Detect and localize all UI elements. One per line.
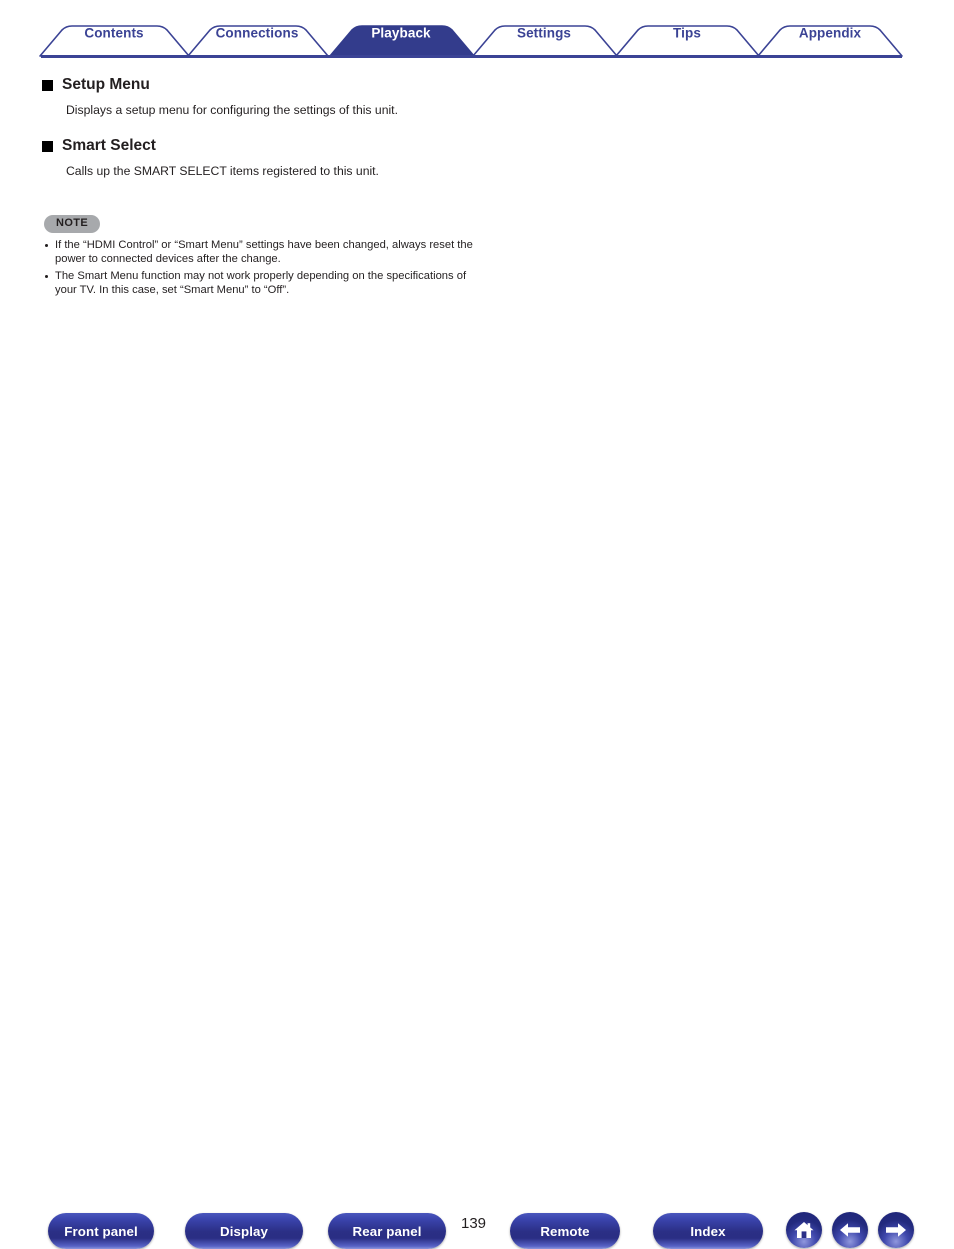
forward-button[interactable] — [878, 1212, 914, 1248]
description-setup-menu: Displays a setup menu for configuring th… — [66, 103, 398, 117]
footer-button-front-panel[interactable]: Front panel — [48, 1213, 154, 1249]
section-setup-menu: Setup Menu Displays a setup menu for con… — [0, 62, 954, 118]
note-list: If the “HDMI Control” or “Smart Menu” se… — [44, 239, 954, 297]
note-badge: NOTE — [44, 215, 101, 233]
home-button[interactable] — [786, 1212, 822, 1248]
note-item: The Smart Menu function may not work pro… — [44, 270, 475, 297]
note-item: If the “HDMI Control” or “Smart Menu” se… — [44, 239, 475, 266]
heading-smart-select: Smart Select — [0, 136, 954, 156]
heading-smart-select-label: Smart Select — [62, 137, 156, 154]
footer-button-display[interactable]: Display — [185, 1213, 303, 1249]
footer-button-rear-panel[interactable]: Rear panel — [328, 1213, 446, 1249]
footer-button-remote[interactable]: Remote — [510, 1213, 620, 1249]
footer-button-remote-label: Remote — [540, 1223, 590, 1239]
footer-nav: Front panel Display Rear panel 139 Remot… — [0, 595, 954, 1249]
square-bullet-icon — [42, 140, 53, 152]
home-icon — [793, 1220, 815, 1240]
footer-button-index[interactable]: Index — [653, 1213, 763, 1249]
page-number: 139 — [461, 1215, 487, 1232]
tab-bar: Contents Connections Playback Settings T… — [0, 0, 954, 62]
tab-connections[interactable]: Connections — [216, 26, 299, 41]
footer-button-index-label: Index — [690, 1223, 726, 1239]
footer-button-front-panel-label: Front panel — [64, 1223, 138, 1239]
tab-playback[interactable]: Playback — [371, 26, 430, 41]
tab-appendix[interactable]: Appendix — [799, 26, 861, 41]
tab-contents[interactable]: Contents — [84, 26, 143, 41]
tab-settings[interactable]: Settings — [517, 26, 571, 41]
tab-tips[interactable]: Tips — [673, 26, 701, 41]
description-smart-select: Calls up the SMART SELECT items register… — [66, 164, 379, 178]
arrow-right-icon — [884, 1221, 908, 1239]
note-block: NOTE If the “HDMI Control” or “Smart Men… — [0, 179, 954, 297]
arrow-left-icon — [838, 1221, 862, 1239]
tab-bar-baseline — [41, 55, 902, 58]
back-button[interactable] — [832, 1212, 868, 1248]
heading-setup-menu-label: Setup Menu — [62, 76, 150, 93]
footer-button-rear-panel-label: Rear panel — [352, 1223, 422, 1239]
footer-button-display-label: Display — [220, 1223, 268, 1239]
main-content: Setup Menu Displays a setup menu for con… — [0, 62, 954, 301]
heading-setup-menu: Setup Menu — [0, 75, 954, 95]
section-smart-select: Smart Select Calls up the SMART SELECT i… — [0, 118, 954, 179]
square-bullet-icon — [42, 79, 53, 91]
